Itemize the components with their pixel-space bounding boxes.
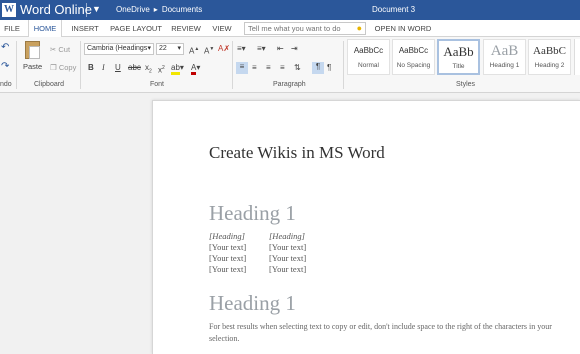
grow-font-icon[interactable]: A▲: [189, 44, 199, 57]
table-cell[interactable]: [Your text]: [269, 242, 306, 252]
style-sample: AaBbC: [533, 45, 566, 57]
table-cell[interactable]: [Your text]: [209, 264, 246, 274]
superscript-icon[interactable]: x2: [158, 63, 165, 76]
table-cell[interactable]: [Heading]: [209, 231, 245, 241]
clear-formatting-icon[interactable]: A✗: [218, 44, 230, 54]
tab-review[interactable]: REVIEW: [168, 20, 204, 37]
highlight-icon[interactable]: ab▾: [171, 63, 184, 75]
table-cell[interactable]: [Heading]: [269, 231, 305, 241]
heading-1-second[interactable]: Heading 1: [209, 291, 296, 316]
app-menu-chevron-icon[interactable]: ▼: [92, 4, 101, 14]
breadcrumb-documents[interactable]: Documents: [162, 5, 202, 14]
font-size-chevron-icon: ▾: [177, 45, 181, 52]
open-in-word-button[interactable]: OPEN IN WORD: [372, 20, 434, 37]
copy-button[interactable]: ❐ Copy: [50, 63, 76, 73]
table-cell[interactable]: [Your text]: [269, 264, 306, 274]
shrink-font-icon[interactable]: A▼: [204, 44, 214, 57]
breadcrumb-onedrive[interactable]: OneDrive: [116, 5, 150, 14]
font-size-select[interactable]: 22 ▾: [156, 43, 184, 55]
subscript-icon[interactable]: x2: [145, 63, 152, 77]
font-color-icon[interactable]: A▾: [191, 63, 200, 75]
table-cell[interactable]: [Your text]: [209, 242, 246, 252]
cut-label: Cut: [58, 45, 71, 54]
cut-button[interactable]: ✂ Cut: [50, 45, 70, 55]
align-left-icon[interactable]: ≡: [236, 62, 248, 74]
rtl-icon[interactable]: ¶: [327, 63, 331, 73]
app-name[interactable]: Word Online: [20, 2, 92, 18]
font-family-value: Cambria (Headings: [87, 45, 148, 52]
tab-view[interactable]: VIEW: [208, 20, 236, 37]
breadcrumb-separator-icon: ▸: [153, 5, 158, 14]
paste-button[interactable]: Paste: [22, 40, 44, 74]
style-name: Heading 2: [534, 62, 565, 69]
style-sample: AaBb: [443, 44, 474, 59]
paste-label: Paste: [23, 62, 43, 71]
strikethrough-icon[interactable]: abc: [128, 63, 141, 73]
divider: [80, 41, 81, 89]
style-name: Title: [452, 63, 465, 70]
styles-scroll[interactable]: [574, 39, 580, 75]
ltr-icon[interactable]: ¶: [312, 62, 324, 74]
numbering-icon[interactable]: ≡▾: [257, 44, 266, 54]
underline-icon[interactable]: U: [115, 63, 121, 73]
style-sample: AaB: [490, 43, 519, 59]
undo-icon[interactable]: ↶: [1, 43, 9, 53]
style-heading-1[interactable]: AaB Heading 1: [483, 39, 526, 75]
style-name: Normal: [358, 62, 379, 69]
table-cell[interactable]: [Your text]: [269, 253, 306, 263]
line-spacing-icon[interactable]: ⇅: [294, 63, 301, 73]
increase-indent-icon[interactable]: ⇥: [291, 44, 298, 54]
font-family-chevron-icon: ▾: [147, 45, 151, 52]
table-cell[interactable]: [Your text]: [209, 253, 246, 263]
font-family-select[interactable]: Cambria (Headings ▾: [84, 43, 154, 55]
align-right-icon[interactable]: ≡: [266, 63, 271, 73]
paragraph-group-label: Paragraph: [273, 81, 306, 88]
italic-icon[interactable]: I: [102, 63, 105, 73]
bullets-icon[interactable]: ≡▾: [237, 44, 246, 54]
copy-label: Copy: [58, 63, 77, 72]
scissors-icon: ✂: [50, 45, 57, 54]
style-sample: AaBbCc: [398, 46, 429, 55]
body-paragraph[interactable]: For best results when selecting text to …: [209, 321, 579, 345]
undo-group-label: ndo: [0, 81, 12, 88]
divider: [232, 41, 233, 89]
font-group-label: Font: [150, 81, 165, 88]
style-name: Heading 1: [489, 62, 520, 69]
divider: [16, 41, 17, 89]
tab-page-layout[interactable]: PAGE LAYOUT: [108, 20, 164, 37]
style-name: No Spacing: [396, 62, 431, 69]
heading-1[interactable]: Heading 1: [209, 201, 296, 226]
style-sample: AaBbCc: [353, 46, 384, 55]
tell-me-box[interactable]: ●: [244, 22, 366, 35]
title-separator: [86, 3, 87, 17]
lightbulb-icon: ●: [356, 23, 362, 33]
document-page[interactable]: Create Wikis in MS Word Heading 1 [Headi…: [152, 100, 580, 354]
redo-icon[interactable]: ↷: [1, 62, 9, 72]
bold-icon[interactable]: B: [88, 63, 94, 73]
tab-file[interactable]: FILE: [0, 20, 24, 37]
breadcrumb: OneDrive ▸ Documents: [116, 5, 202, 14]
ribbon: ↶ ↷ ndo Paste ✂ Cut ❐ Copy Clipboard Cam…: [0, 37, 580, 93]
document-name[interactable]: Document 3: [372, 5, 415, 14]
clipboard-icon: [25, 41, 40, 59]
clipboard-group-label: Clipboard: [34, 81, 64, 88]
style-no-spacing[interactable]: AaBbCc No Spacing: [392, 39, 435, 75]
document-title[interactable]: Create Wikis in MS Word: [209, 143, 385, 163]
word-logo-icon: W: [2, 3, 16, 17]
decrease-indent-icon[interactable]: ⇤: [277, 44, 284, 54]
copy-icon: ❐: [50, 63, 57, 72]
font-size-value: 22: [159, 45, 167, 52]
divider: [343, 41, 344, 89]
tab-insert[interactable]: INSERT: [66, 20, 104, 37]
title-bar: W Word Online ▼ OneDrive ▸ Documents Doc…: [0, 0, 580, 20]
align-center-icon[interactable]: ≡: [252, 63, 257, 73]
style-title[interactable]: AaBb Title: [437, 39, 480, 75]
justify-icon[interactable]: ≡: [280, 63, 285, 73]
style-normal[interactable]: AaBbCc Normal: [347, 39, 390, 75]
tell-me-input[interactable]: [245, 23, 353, 34]
styles-group-label: Styles: [456, 81, 476, 88]
tab-home[interactable]: HOME: [28, 20, 62, 37]
style-heading-2[interactable]: AaBbC Heading 2: [528, 39, 571, 75]
